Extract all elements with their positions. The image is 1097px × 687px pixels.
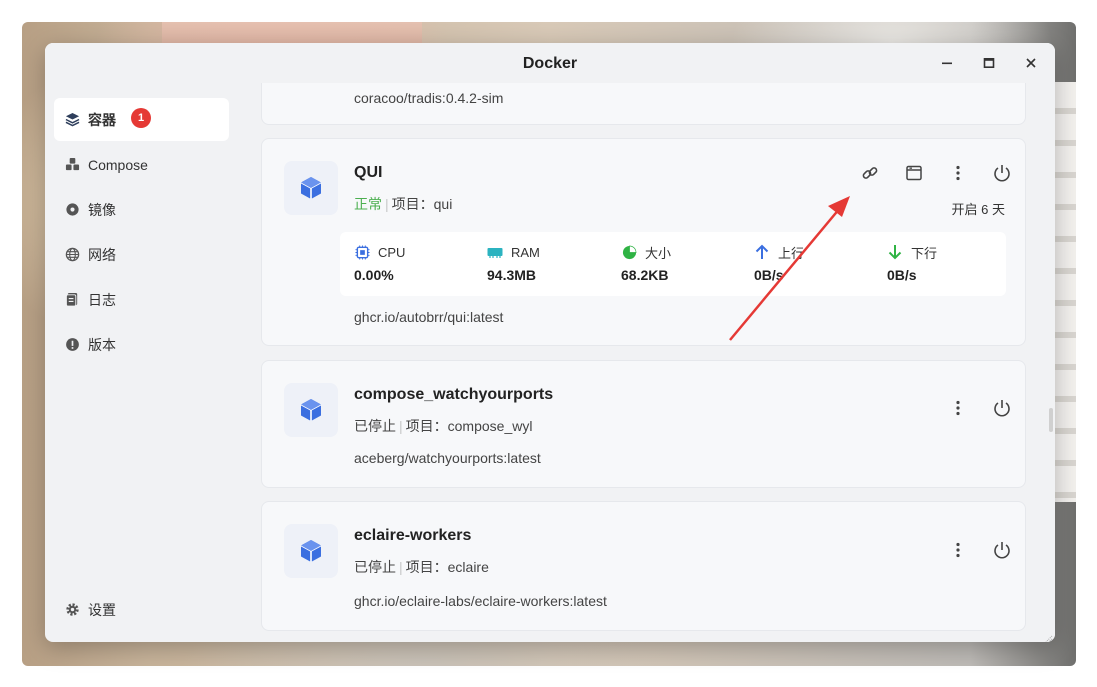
container-card[interactable]: coracoo/tradis:0.4.2-sim bbox=[261, 83, 1026, 125]
sidebar-item-label: 日志 bbox=[88, 291, 116, 308]
sidebar-item-version[interactable]: 版本 bbox=[54, 323, 229, 366]
maximize-icon[interactable] bbox=[979, 53, 999, 73]
link-icon[interactable] bbox=[859, 162, 881, 184]
sidebar-item-network[interactable]: 网络 bbox=[54, 233, 229, 276]
container-meta: 已停止 | 项目： eclaire bbox=[354, 557, 489, 577]
container-image: coracoo/tradis:0.4.2-sim bbox=[354, 90, 504, 106]
project-name: qui bbox=[433, 196, 453, 212]
container-logo-icon bbox=[284, 524, 338, 578]
cubes-icon bbox=[64, 157, 80, 173]
minimize-icon[interactable] bbox=[937, 53, 957, 73]
stat-size: 大小 68.2KB bbox=[621, 242, 671, 283]
stat-label: 大小 bbox=[645, 245, 672, 261]
container-name: eclaire-workers bbox=[354, 527, 472, 544]
container-logo-icon bbox=[284, 161, 338, 215]
scrollbar[interactable] bbox=[1049, 408, 1053, 432]
sidebar-item-compose[interactable]: Compose bbox=[54, 143, 229, 186]
more-icon[interactable] bbox=[947, 162, 969, 184]
stat-upload: 上行 0B/s bbox=[754, 242, 804, 283]
container-image: ghcr.io/autobrr/qui:latest bbox=[354, 309, 504, 325]
gear-icon bbox=[64, 602, 80, 618]
stat-cpu: CPU 0.00% bbox=[354, 242, 406, 284]
card-actions bbox=[837, 162, 1013, 184]
divider: | bbox=[399, 559, 403, 575]
window-controls bbox=[937, 53, 1041, 73]
sidebar-item-containers[interactable]: 容器 1 bbox=[54, 98, 229, 141]
stat-label: 上行 bbox=[778, 245, 805, 261]
project-name: eclaire bbox=[447, 559, 489, 575]
sidebar: 容器 1 Compose 镜像 网络 日志 版本 设置 bbox=[45, 83, 237, 642]
sidebar-item-settings[interactable]: 设置 bbox=[54, 588, 229, 631]
container-meta: 已停止 | 项目： compose_wyl bbox=[354, 416, 532, 436]
power-icon[interactable] bbox=[991, 539, 1013, 561]
sidebar-item-label: Compose bbox=[88, 156, 148, 173]
stat-value: 0B/s bbox=[754, 267, 784, 283]
stat-ram: RAM 94.3MB bbox=[487, 242, 540, 284]
resize-handle[interactable] bbox=[1043, 630, 1053, 642]
status-text: 已停止 bbox=[354, 418, 396, 434]
sidebar-item-images[interactable]: 镜像 bbox=[54, 188, 229, 231]
card-actions bbox=[925, 397, 1013, 419]
stat-value: 0B/s bbox=[887, 267, 917, 283]
status-text: 已停止 bbox=[354, 559, 396, 575]
arrow-down-icon bbox=[887, 244, 903, 260]
project-label: 项目： bbox=[391, 196, 434, 212]
sidebar-item-label: 设置 bbox=[88, 601, 116, 618]
container-list: coracoo/tradis:0.4.2-sim QUI 正常 | 项目： qu… bbox=[237, 83, 1055, 642]
status-text: 正常 bbox=[354, 196, 382, 212]
project-label: 项目： bbox=[405, 418, 448, 434]
stat-value: 0.00% bbox=[354, 267, 394, 283]
sidebar-item-logs[interactable]: 日志 bbox=[54, 278, 229, 321]
stat-label: CPU bbox=[378, 244, 406, 260]
container-image: ghcr.io/eclaire-labs/eclaire-workers:lat… bbox=[354, 593, 607, 609]
stats-panel: CPU 0.00% RAM 94.3MB 大小 68.2KB 上行 0B/s 下… bbox=[340, 232, 1006, 296]
container-logo-icon bbox=[284, 383, 338, 437]
sidebar-item-label: 网络 bbox=[88, 246, 116, 263]
container-name: compose_watchyourports bbox=[354, 386, 554, 403]
container-card[interactable]: QUI 正常 | 项目： qui 开启 6 天 CPU 0.00% RAM 94… bbox=[261, 138, 1026, 346]
arrow-up-icon bbox=[754, 244, 770, 260]
stat-value: 68.2KB bbox=[621, 267, 669, 283]
layers-icon bbox=[64, 112, 80, 128]
container-card[interactable]: compose_watchyourports 已停止 | 项目： compose… bbox=[261, 360, 1026, 488]
more-icon[interactable] bbox=[947, 397, 969, 419]
close-icon[interactable] bbox=[1021, 53, 1041, 73]
power-icon[interactable] bbox=[991, 397, 1013, 419]
stat-label: 下行 bbox=[911, 245, 938, 261]
project-name: compose_wyl bbox=[447, 418, 533, 434]
stat-value: 94.3MB bbox=[487, 267, 537, 283]
stat-download: 下行 0B/s bbox=[887, 242, 937, 283]
power-icon[interactable] bbox=[991, 162, 1013, 184]
uptime-text: 开启 6 天 bbox=[951, 202, 1005, 217]
disc-icon bbox=[64, 202, 80, 218]
sidebar-item-label: 版本 bbox=[88, 336, 116, 353]
container-card[interactable]: eclaire-workers 已停止 | 项目： eclaire ghcr.i… bbox=[261, 501, 1026, 631]
sidebar-item-label: 镜像 bbox=[88, 201, 116, 218]
divider: | bbox=[385, 196, 389, 212]
info-icon bbox=[64, 337, 80, 353]
sidebar-item-label: 容器 bbox=[88, 111, 116, 128]
ram-icon bbox=[487, 244, 503, 260]
card-actions bbox=[925, 539, 1013, 561]
project-label: 项目： bbox=[405, 559, 448, 575]
container-image: aceberg/watchyourports:latest bbox=[354, 450, 541, 466]
stat-label: RAM bbox=[511, 244, 540, 260]
container-meta: 正常 | 项目： qui bbox=[354, 194, 452, 214]
notification-badge: 1 bbox=[131, 107, 151, 128]
more-icon[interactable] bbox=[947, 539, 969, 561]
globe-icon bbox=[64, 247, 80, 263]
console-icon[interactable] bbox=[903, 162, 925, 184]
container-name: QUI bbox=[354, 164, 383, 181]
divider: | bbox=[399, 418, 403, 434]
cpu-icon bbox=[354, 244, 370, 260]
pie-chart-icon bbox=[621, 244, 637, 260]
titlebar: Docker bbox=[45, 43, 1055, 83]
docker-window: Docker 容器 1 Compose 镜像 网络 日志 版本 设置 corac… bbox=[45, 43, 1055, 642]
window-title: Docker bbox=[522, 55, 578, 72]
log-icon bbox=[64, 292, 80, 308]
